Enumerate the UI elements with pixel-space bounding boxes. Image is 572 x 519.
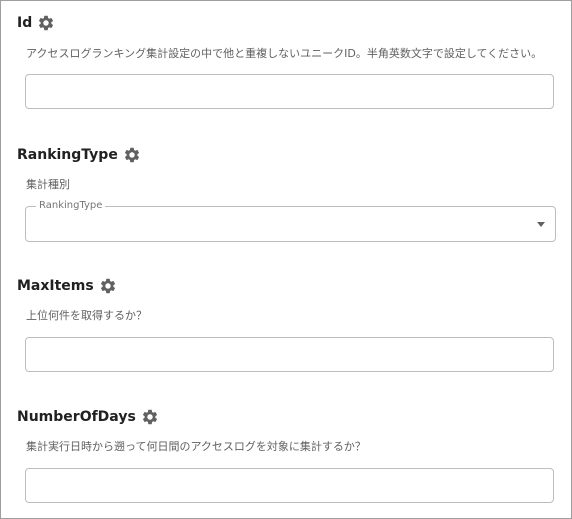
id-field-title: Id xyxy=(17,14,55,32)
gear-icon[interactable] xyxy=(99,277,117,295)
number-of-days-field-title: NumberOfDays xyxy=(17,408,159,426)
chevron-down-icon[interactable] xyxy=(537,222,545,227)
max-items-field-title: MaxItems xyxy=(17,277,117,295)
max-items-title-label: MaxItems xyxy=(17,278,94,294)
id-description: アクセスログランキング集計設定の中で他と重複しないユニークID。半角英数文字で設… xyxy=(26,47,543,60)
number-of-days-title-label: NumberOfDays xyxy=(17,409,136,425)
ranking-type-select-label: RankingType xyxy=(36,200,106,212)
number-of-days-description: 集計実行日時から遡って何日間のアクセスログを対象に集計するか？ xyxy=(26,440,366,453)
max-items-input[interactable] xyxy=(25,337,554,372)
id-title-label: Id xyxy=(17,15,33,31)
number-of-days-input[interactable] xyxy=(25,468,554,503)
gear-icon[interactable] xyxy=(141,408,159,426)
ranking-type-description: 集計種別 xyxy=(26,178,70,191)
gear-icon[interactable] xyxy=(37,14,55,32)
ranking-type-select[interactable]: RankingType xyxy=(25,200,556,242)
ranking-type-field-title: RankingType xyxy=(17,146,141,164)
gear-icon[interactable] xyxy=(123,146,141,164)
max-items-description: 上位何件を取得するか？ xyxy=(26,309,147,322)
settings-form: Id アクセスログランキング集計設定の中で他と重複しないユニークID。半角英数文… xyxy=(0,0,572,519)
ranking-type-title-label: RankingType xyxy=(17,147,118,163)
id-input[interactable] xyxy=(25,74,554,109)
